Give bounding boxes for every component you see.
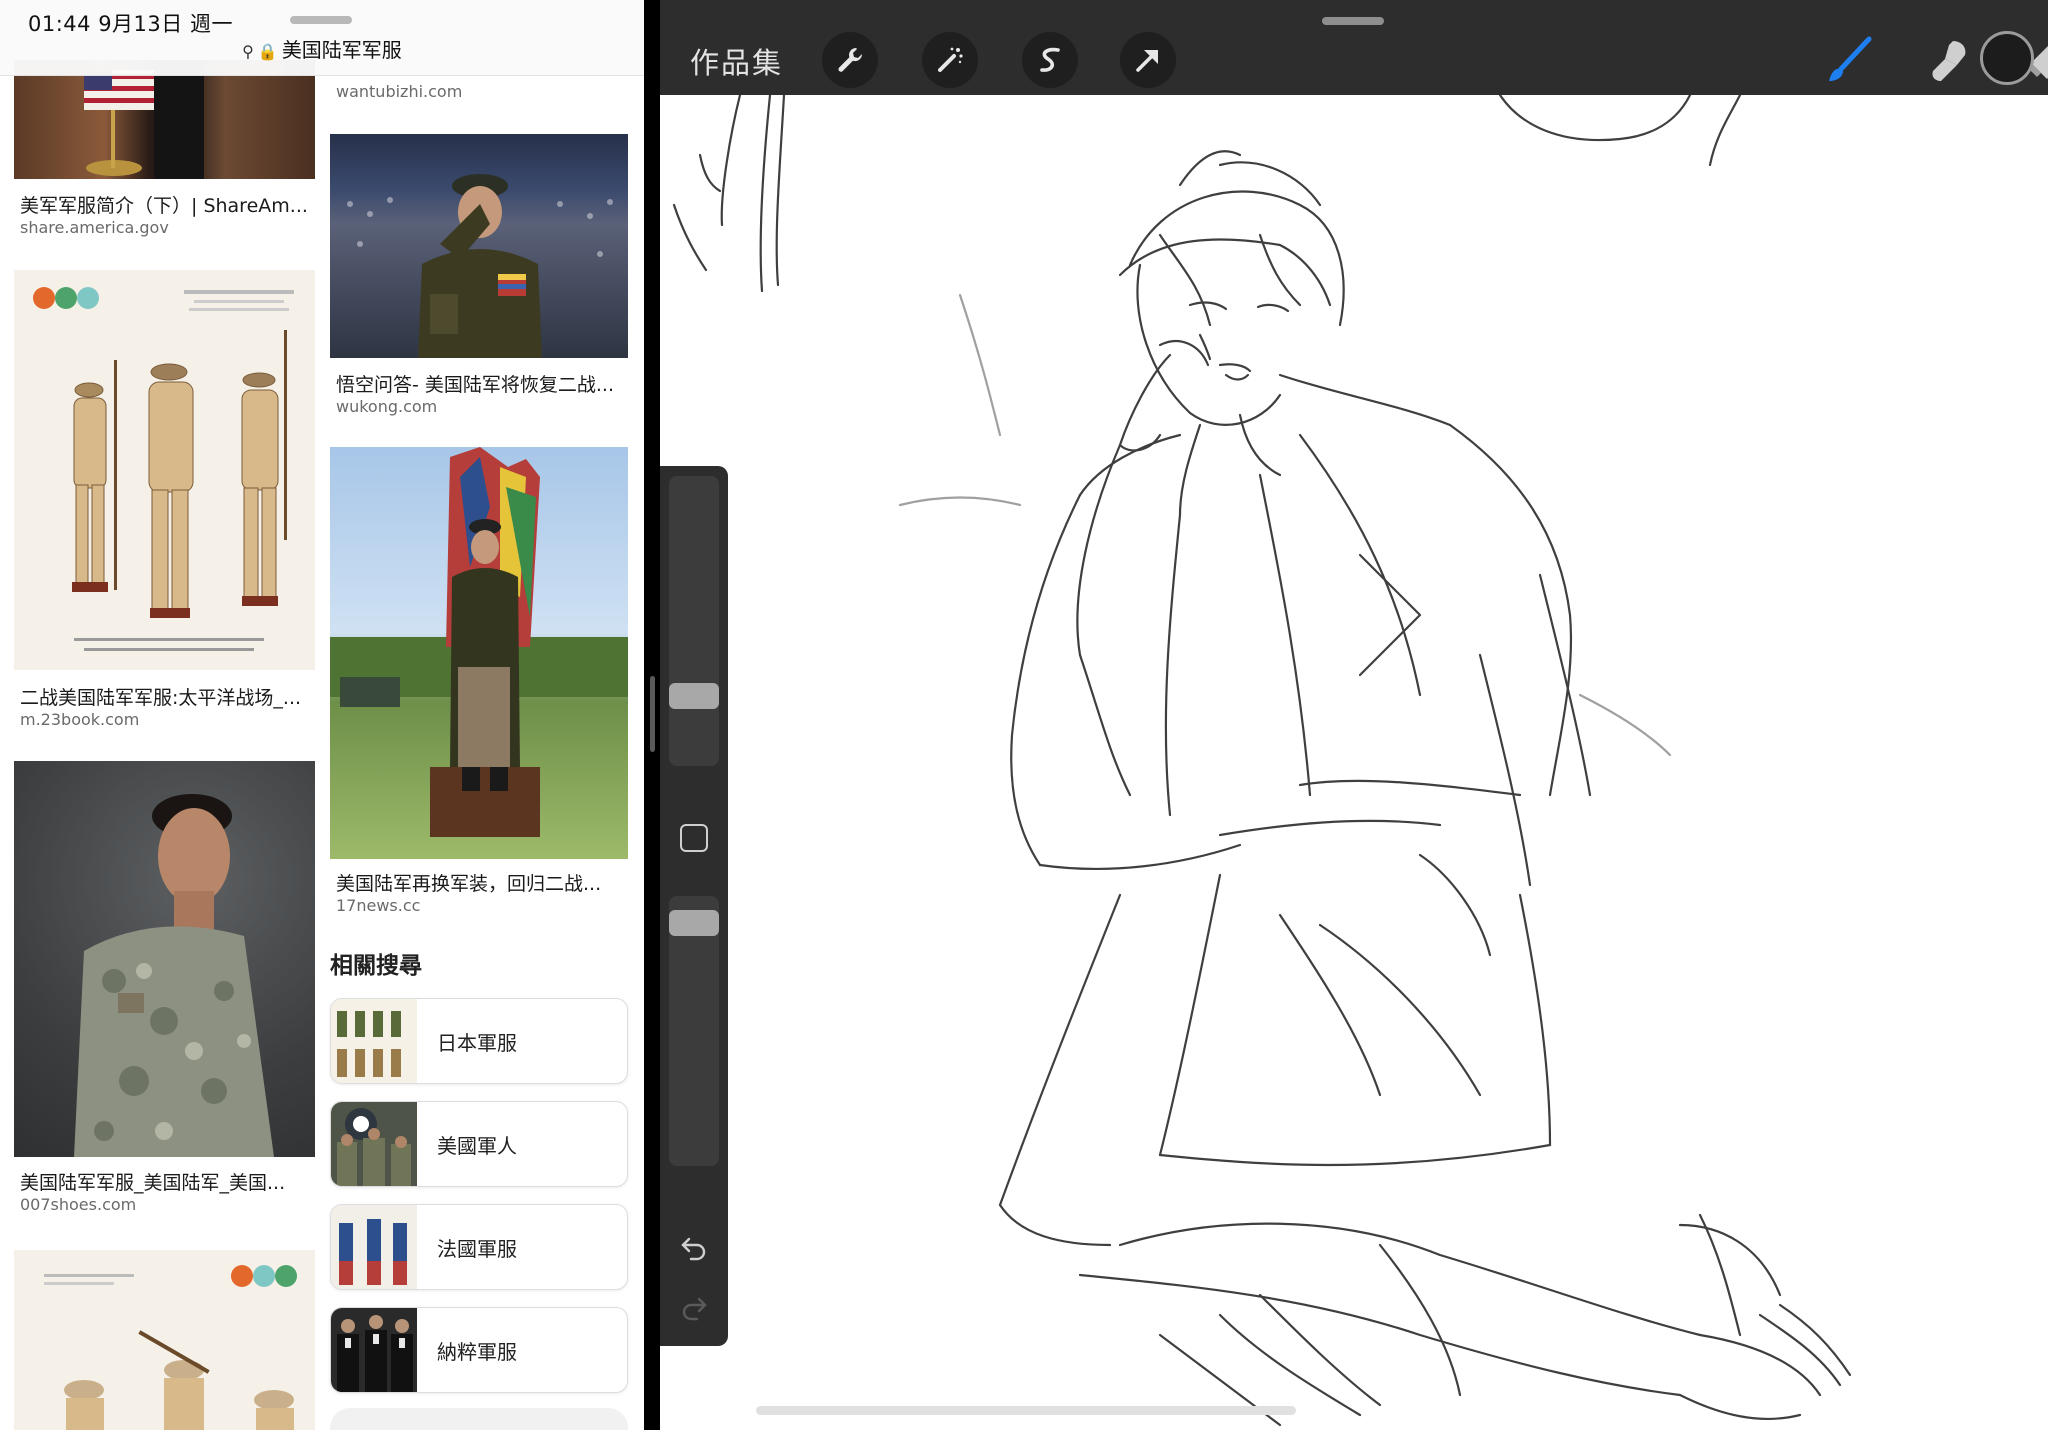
related-thumb xyxy=(331,1205,417,1289)
brush-button[interactable] xyxy=(1818,28,1882,92)
opacity-slider[interactable] xyxy=(669,896,719,1166)
transform-arrow-icon xyxy=(1136,50,1158,72)
related-search-france[interactable]: 法國軍服 xyxy=(330,1204,628,1290)
split-view-divider[interactable] xyxy=(644,0,660,1430)
related-searches-heading: 相關搜尋 xyxy=(330,953,422,979)
search-icon: ⚲ xyxy=(242,42,254,61)
adjustments-button[interactable] xyxy=(922,32,978,88)
related-thumb xyxy=(331,1308,417,1392)
result-source: 17news.cc xyxy=(336,896,421,915)
related-search-us-soldier[interactable]: 美國軍人 xyxy=(330,1101,628,1187)
actions-button[interactable] xyxy=(822,32,878,88)
redo-icon xyxy=(682,1297,707,1321)
safari-pane: 01:44 9月13日 週一 ⚲ 🔒 美国陆军军服 美军军服简介（下）| Share… xyxy=(0,0,644,1430)
smudge-tool[interactable] xyxy=(1916,28,1980,92)
color-picker-button[interactable] xyxy=(1980,31,2034,85)
brush-icon xyxy=(1829,36,1872,81)
result-caption[interactable]: 美军军服简介（下）| ShareAm... xyxy=(20,191,312,218)
result-image[interactable] xyxy=(14,270,315,670)
wrench-icon xyxy=(838,48,863,72)
related-label: 法國軍服 xyxy=(437,1237,517,1261)
result-source: wantubizhi.com xyxy=(336,82,463,101)
related-thumb xyxy=(331,1102,417,1186)
brush-size-thumb[interactable] xyxy=(669,683,719,709)
lock-icon: 🔒 xyxy=(257,42,278,61)
result-source: 007shoes.com xyxy=(20,1195,137,1214)
pencil-sketch xyxy=(672,95,1852,1427)
related-thumb xyxy=(331,999,417,1083)
brush-size-slider[interactable] xyxy=(669,476,719,766)
result-source: share.america.gov xyxy=(20,218,169,237)
undo-icon xyxy=(681,1237,706,1261)
modify-button[interactable] xyxy=(680,824,708,852)
multitasking-grabber[interactable] xyxy=(290,16,352,24)
result-image[interactable] xyxy=(330,447,628,859)
related-more-item[interactable] xyxy=(330,1408,628,1430)
result-image[interactable] xyxy=(14,761,315,1157)
result-source: m.23book.com xyxy=(20,710,140,729)
brush-sidebar xyxy=(660,466,728,1346)
result-caption[interactable]: 二战美国陆军军服:太平洋战场_... xyxy=(20,683,312,710)
result-image[interactable] xyxy=(330,134,628,358)
opacity-thumb[interactable] xyxy=(669,910,719,936)
result-caption[interactable]: 悟空问答- 美国陆军将恢复二战... xyxy=(336,370,628,397)
gallery-button[interactable]: 作品集 xyxy=(690,40,783,82)
procreate-toolbar: 作品集 xyxy=(660,0,2048,95)
related-label: 日本軍服 xyxy=(437,1031,517,1055)
multitasking-grabber[interactable] xyxy=(1322,17,1384,25)
magic-wand-icon xyxy=(938,47,963,72)
drawing-canvas[interactable] xyxy=(660,95,2048,1430)
status-bar: 01:44 9月13日 週一 ⚲ 🔒 美国陆军军服 xyxy=(0,0,644,76)
result-image[interactable] xyxy=(14,60,315,179)
smudge-icon xyxy=(1932,41,1966,81)
related-label: 納粹軍服 xyxy=(437,1340,517,1364)
related-search-nazi[interactable]: 納粹軍服 xyxy=(330,1307,628,1393)
transform-button[interactable] xyxy=(1120,32,1176,88)
related-label: 美國軍人 xyxy=(437,1134,517,1158)
divider-handle[interactable] xyxy=(650,676,655,752)
result-caption[interactable]: 美国陆军再换军装，回归二战... xyxy=(336,869,628,896)
redo-button[interactable] xyxy=(674,1286,714,1326)
result-caption[interactable]: 美国陆军军服_美国陆军_美国... xyxy=(20,1168,312,1195)
home-indicator[interactable] xyxy=(756,1406,1296,1415)
selection-icon xyxy=(1040,47,1060,72)
address-text: 美国陆军军服 xyxy=(281,38,402,62)
procreate-pane: 作品集 xyxy=(660,0,2048,1430)
undo-button[interactable] xyxy=(674,1226,714,1266)
result-image[interactable] xyxy=(14,1250,315,1430)
address-bar[interactable]: ⚲ 🔒 美国陆军军服 xyxy=(0,34,644,63)
related-search-japan[interactable]: 日本軍服 xyxy=(330,998,628,1084)
selection-button[interactable] xyxy=(1022,32,1078,88)
result-source: wukong.com xyxy=(336,397,438,416)
